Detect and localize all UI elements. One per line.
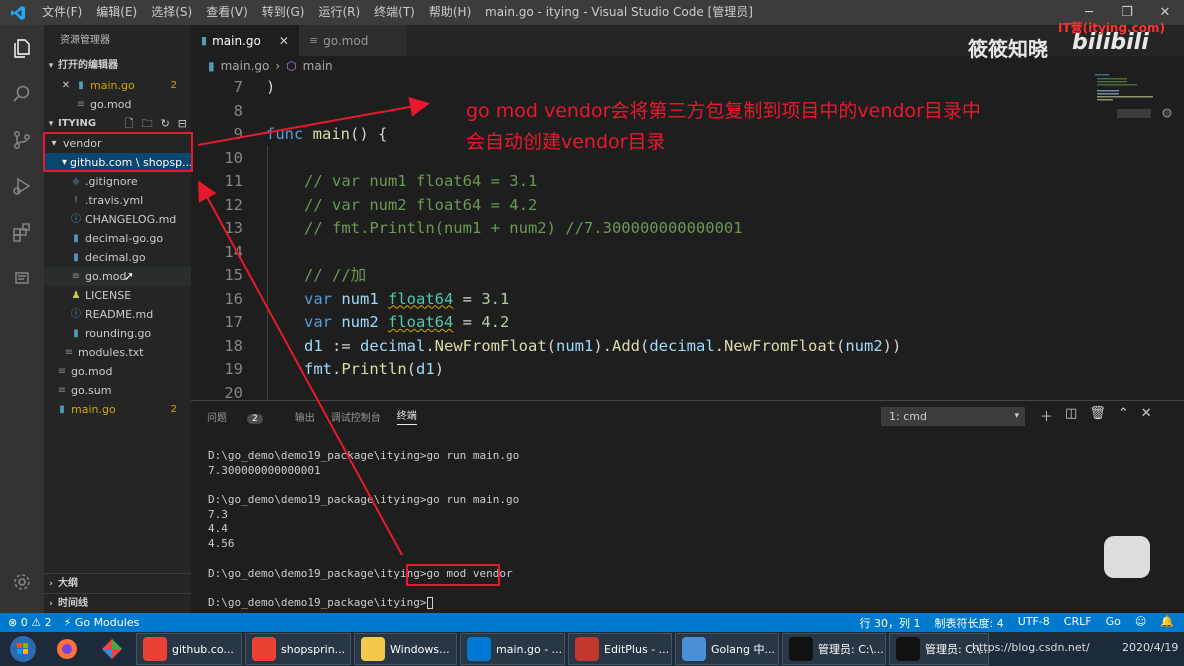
taskbar-clock: 2020/4/19 — [1122, 641, 1179, 654]
channel-watermark: 筱筱知晓 — [968, 37, 1048, 61]
annotation-line-2: 会自动创建vendor目录 — [466, 131, 666, 153]
tv-icon — [1104, 536, 1150, 578]
site-watermark: IT营(itying.com) — [1058, 21, 1165, 35]
arrow-to-vendor — [198, 180, 403, 556]
screen: 文件(F) 编辑(E) 选择(S) 查看(V) 转到(G) 运行(R) 终端(T… — [0, 0, 1184, 666]
arrow-to-note — [197, 96, 430, 146]
annotation-line-1: go mod vendor会将第三方包复制到项目中的vendor目录中 — [466, 100, 981, 122]
csdn-watermark: https://blog.csdn.net/ — [972, 641, 1090, 654]
